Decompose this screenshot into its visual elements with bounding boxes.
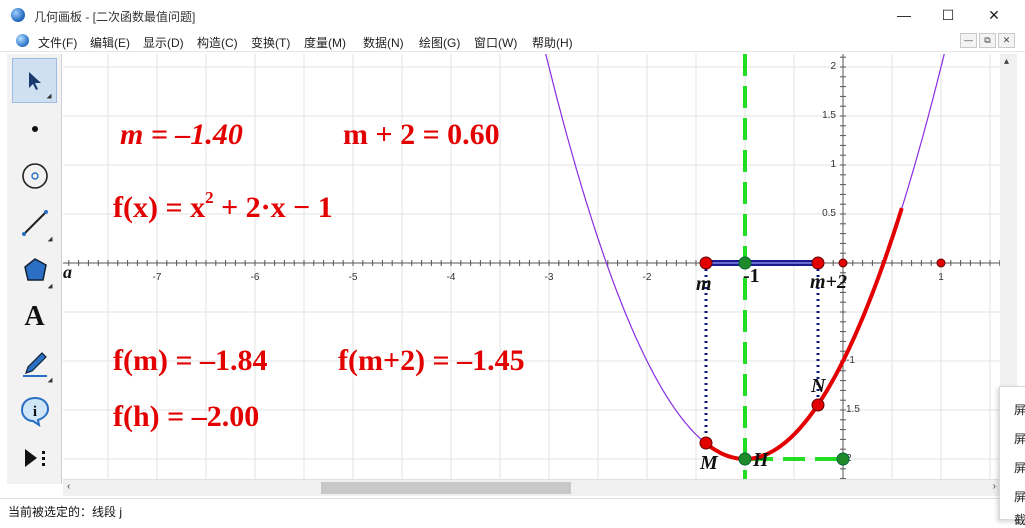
status-text: 当前被选定的：线段 j	[8, 505, 123, 519]
custom-tool[interactable]	[12, 435, 57, 480]
measure-f-m-plus-2[interactable]: f(m+2) = –1.45	[338, 344, 525, 377]
toolbox: A i	[7, 54, 62, 484]
menu-window[interactable]: 窗口(W)	[474, 34, 517, 51]
text-tool[interactable]: A	[12, 294, 57, 339]
straightedge-tool[interactable]	[12, 200, 57, 245]
y-tick-label: 0.5	[822, 208, 836, 219]
app-logo-icon	[11, 8, 25, 22]
horizontal-scrollbar[interactable]: ‹ ›	[63, 479, 1000, 496]
point-M[interactable]	[699, 436, 713, 450]
app-window: 几何画板 - [二次函数最值问题] — ☐ ✕ 文件(F) 编辑(E) 显示(D…	[0, 0, 1025, 527]
function-definition-right: + 2·x − 1	[214, 191, 333, 224]
point-tool[interactable]	[12, 106, 57, 151]
menu-help[interactable]: 帮助(H)	[532, 34, 573, 51]
compass-icon	[21, 162, 48, 189]
document-icon[interactable]	[16, 34, 29, 47]
compass-tool[interactable]	[12, 153, 57, 198]
point-N[interactable]	[811, 398, 825, 412]
point-min-on-y-axis[interactable]	[836, 452, 850, 466]
select-arrow-icon	[28, 71, 41, 90]
horizontal-scroll-thumb[interactable]	[321, 482, 571, 494]
information-tool[interactable]: i	[12, 388, 57, 433]
point-icon	[31, 125, 38, 132]
point-m[interactable]	[699, 256, 713, 270]
context-popup: 屏 屏 屏 屏 截	[999, 386, 1025, 527]
x-tick-label: -3	[545, 272, 554, 283]
scroll-right-icon[interactable]: ›	[993, 481, 996, 492]
interval-curve-segment[interactable]	[704, 207, 904, 461]
point-H[interactable]	[738, 452, 752, 466]
x-tick-label: -2	[643, 272, 652, 283]
point-m-plus-2[interactable]	[811, 256, 825, 270]
x-tick-label: 1	[938, 272, 944, 283]
text-icon: A	[24, 300, 45, 332]
marker-tool[interactable]	[12, 341, 57, 386]
y-tick-label: 2	[830, 61, 836, 72]
label-H: H	[752, 449, 770, 471]
function-definition-sup: 2	[205, 188, 214, 207]
y-tick-label: 1.5	[822, 110, 836, 121]
svg-text:i: i	[32, 404, 36, 420]
close-button[interactable]: ✕	[971, 0, 1017, 30]
popup-item[interactable]: 屏	[1014, 459, 1025, 476]
measure-m[interactable]: m = –1.40	[120, 118, 243, 151]
information-icon: i	[20, 396, 49, 427]
x-tick-label: -6	[251, 272, 260, 283]
label-M: M	[699, 452, 719, 474]
unit-point[interactable]	[936, 258, 946, 268]
label-m: m	[696, 273, 712, 295]
label-neg1: -1	[743, 265, 760, 287]
menu-construct[interactable]: 构造(C)	[197, 34, 238, 51]
minimize-button[interactable]: —	[881, 0, 927, 30]
maximize-button[interactable]: ☐	[925, 0, 971, 30]
polygon-icon	[23, 257, 47, 281]
x-tick-label: -7	[153, 272, 162, 283]
label-N: N	[810, 375, 827, 397]
window-title: 几何画板 - [二次函数最值问题]	[34, 10, 196, 24]
measure-f-h[interactable]: f(h) = –2.00	[113, 400, 259, 433]
origin-point[interactable]	[838, 258, 848, 268]
axis-origin-label: a	[63, 262, 72, 282]
label-m-plus-2: m+2	[810, 271, 847, 293]
segment-icon	[21, 209, 48, 236]
popup-item[interactable]: 截	[1014, 511, 1025, 528]
mdi-minimize-button[interactable]: —	[960, 33, 977, 48]
play-more-icon	[24, 448, 45, 467]
scroll-left-icon[interactable]: ‹	[67, 481, 70, 492]
mdi-close-button[interactable]: ✕	[998, 33, 1015, 48]
marker-pen-icon	[22, 351, 47, 377]
y-tick-label: 1	[830, 159, 836, 170]
menu-edit[interactable]: 编辑(E)	[90, 34, 130, 51]
scroll-up-icon[interactable]: ▴	[1004, 56, 1009, 67]
x-tick-label: -5	[349, 272, 358, 283]
title-bar: 几何画板 - [二次函数最值问题] — ☐ ✕	[0, 0, 1025, 30]
popup-item[interactable]: 屏	[1014, 488, 1025, 505]
polygon-tool[interactable]	[12, 247, 57, 292]
function-definition-left: f(x) = x	[113, 191, 205, 224]
function-definition[interactable]: f(x) = x2 + 2·x − 1	[113, 188, 333, 224]
menu-measure[interactable]: 度量(M)	[304, 34, 346, 51]
x-tick-label: -4	[447, 272, 456, 283]
status-bar: 当前被选定的：线段 j	[0, 498, 1025, 525]
arrow-tool[interactable]	[12, 58, 57, 103]
popup-item[interactable]: 屏	[1014, 430, 1025, 447]
sketch-canvas[interactable]: -7 -6 -5 -4 -3 -2 1 2 1.5 1 0.5 -1 1.5 2…	[63, 54, 1000, 479]
y-tick-label: 1.5	[846, 404, 860, 415]
measure-m-plus-2[interactable]: m + 2 = 0.60	[343, 118, 500, 151]
menu-bar: 文件(F) 编辑(E) 显示(D) 构造(C) 变换(T) 度量(M) 数据(N…	[0, 30, 1025, 52]
menu-file[interactable]: 文件(F)	[38, 34, 77, 51]
popup-item[interactable]: 屏	[1014, 401, 1025, 418]
menu-transform[interactable]: 变换(T)	[251, 34, 290, 51]
mdi-restore-button[interactable]: ⧉	[979, 33, 996, 48]
menu-data[interactable]: 数据(N)	[363, 34, 404, 51]
menu-graph[interactable]: 绘图(G)	[419, 34, 460, 51]
y-tick-label: -1	[846, 355, 855, 366]
measure-f-m[interactable]: f(m) = –1.84	[113, 344, 268, 377]
graph-svg[interactable]: -7 -6 -5 -4 -3 -2 1 2 1.5 1 0.5 -1 1.5 2…	[63, 54, 1000, 479]
menu-display[interactable]: 显示(D)	[143, 34, 184, 51]
